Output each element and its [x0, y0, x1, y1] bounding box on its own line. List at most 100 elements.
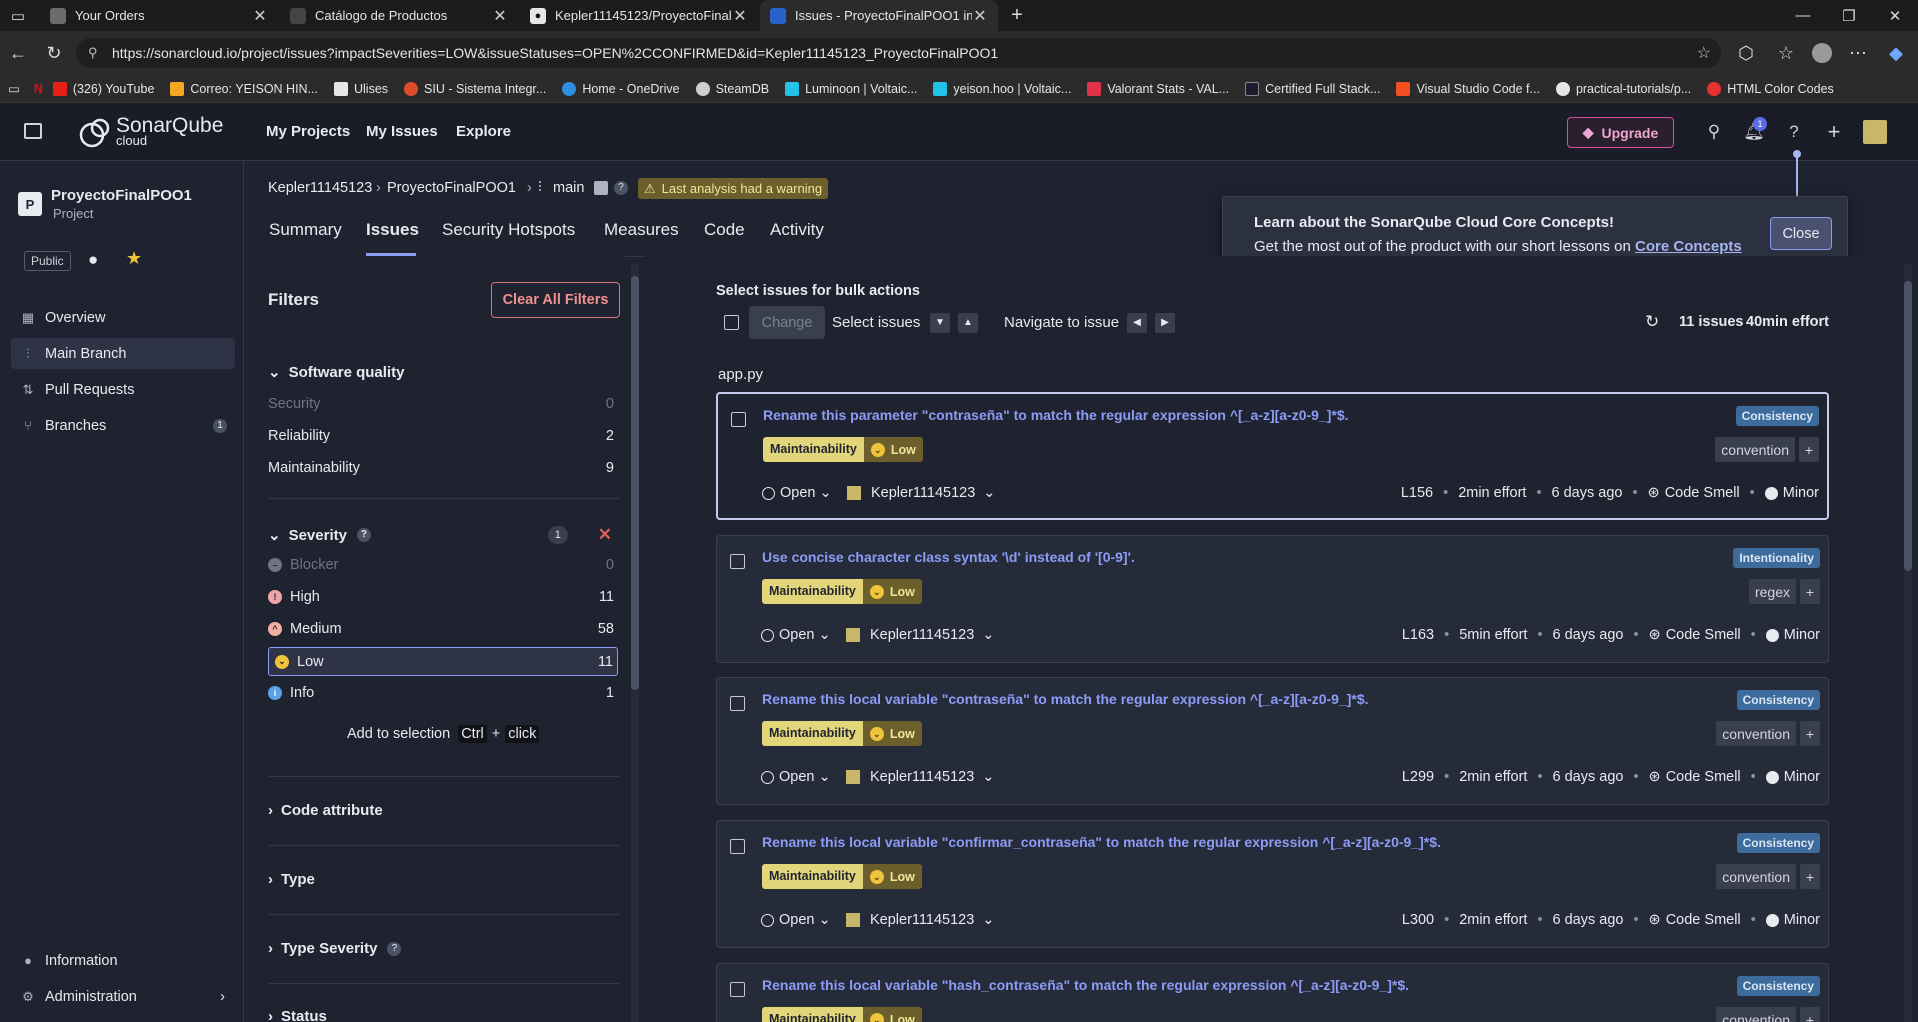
- add-tag-button[interactable]: +: [1799, 437, 1819, 462]
- add-icon[interactable]: +: [1822, 119, 1846, 144]
- url-field[interactable]: ⚲ https://sonarcloud.io/project/issues?i…: [76, 38, 1721, 68]
- issue-checkbox[interactable]: [730, 982, 745, 997]
- bookmark[interactable]: Luminoon | Voltaic...: [785, 81, 917, 96]
- bookmark[interactable]: yeison.hoo | Voltaic...: [933, 81, 1071, 96]
- close-tab-icon[interactable]: ✕: [252, 6, 268, 26]
- sidebar-item-branches[interactable]: ⑂ Branches 1: [11, 410, 235, 441]
- close-popup-button[interactable]: Close: [1770, 217, 1832, 250]
- breadcrumb-branch[interactable]: main: [553, 180, 584, 196]
- new-tab-button[interactable]: +: [1000, 0, 1034, 31]
- bookmark[interactable]: Visual Studio Code f...: [1396, 81, 1540, 96]
- nav-my-issues[interactable]: My Issues: [366, 123, 438, 140]
- nav-my-projects[interactable]: My Projects: [266, 123, 350, 140]
- github-icon[interactable]: ●: [88, 250, 98, 270]
- clear-all-filters-button[interactable]: Clear All Filters: [491, 282, 620, 318]
- select-up-icon[interactable]: ▲: [958, 313, 978, 333]
- next-issue-icon[interactable]: ▶: [1155, 313, 1175, 333]
- project-name[interactable]: ProyectoFinalPOO1: [51, 187, 192, 204]
- filter-row-security[interactable]: Security 0: [268, 390, 618, 418]
- site-info-icon[interactable]: ⚲: [88, 45, 98, 61]
- bookmark[interactable]: SteamDB: [695, 81, 769, 96]
- browser-tab[interactable]: Catálogo de Productos ✕: [280, 0, 518, 31]
- close-tab-icon[interactable]: ✕: [492, 6, 508, 26]
- quality-severity-pill[interactable]: Maintainability ⌄ Low: [762, 1007, 922, 1022]
- close-tab-icon[interactable]: ✕: [732, 6, 748, 26]
- analysis-warning-badge[interactable]: ⚠ Last analysis had a warning: [638, 178, 829, 199]
- filter-row-reliability[interactable]: Reliability 2: [268, 422, 618, 450]
- sidebar-item-overview[interactable]: ▦ Overview: [11, 302, 235, 333]
- branch-menu-icon[interactable]: [594, 181, 608, 195]
- minimize-icon[interactable]: —: [1780, 0, 1826, 31]
- extensions-icon[interactable]: ⬡: [1732, 39, 1760, 67]
- profile-icon[interactable]: [1808, 39, 1836, 67]
- issue-title-link[interactable]: Rename this local variable "contraseña" …: [762, 691, 1369, 707]
- line-number[interactable]: L300: [1402, 912, 1434, 928]
- browser-tab[interactable]: ● Kepler11145123/ProyectoFinalPOO1 ✕: [520, 0, 758, 31]
- scrollbar-thumb[interactable]: [631, 276, 639, 690]
- sidebar-toggle-icon[interactable]: [24, 123, 42, 139]
- bookmark[interactable]: Ulises: [334, 81, 388, 96]
- clear-severity-icon[interactable]: ✕: [598, 525, 612, 545]
- filter-row-low-selected[interactable]: ⌄ Low 11: [268, 647, 618, 676]
- line-number[interactable]: L299: [1402, 769, 1434, 785]
- status-section[interactable]: › Status: [268, 1008, 327, 1022]
- favorite-star-icon[interactable]: ★: [126, 248, 142, 269]
- breadcrumb-org[interactable]: Kepler11145123: [268, 180, 372, 196]
- sidebar-item-main-branch[interactable]: ⫶ Main Branch: [11, 338, 235, 369]
- tab-summary[interactable]: Summary: [269, 220, 342, 240]
- browser-tab-active[interactable]: Issues - ProyectoFinalPOO1 in Kepler1114…: [760, 0, 998, 31]
- code-attribute-section[interactable]: › Code attribute: [268, 802, 383, 819]
- help-icon[interactable]: ?: [1782, 120, 1806, 144]
- issue-card[interactable]: Rename this parameter "contraseña" to ma…: [716, 392, 1829, 520]
- avatar[interactable]: [1863, 120, 1887, 144]
- tab-measures[interactable]: Measures: [604, 220, 679, 240]
- assignee-dropdown[interactable]: Kepler11145123 ⌄: [846, 912, 994, 928]
- status-dropdown[interactable]: Open ⌄: [761, 769, 831, 785]
- bookmark[interactable]: Certified Full Stack...: [1245, 81, 1380, 96]
- bookmark[interactable]: Correo: YEISON HIN...: [170, 81, 318, 96]
- issue-card[interactable]: Rename this local variable "contraseña" …: [716, 677, 1829, 805]
- help-icon[interactable]: ?: [387, 941, 402, 956]
- assignee-dropdown[interactable]: Kepler11145123 ⌄: [846, 627, 994, 643]
- type-severity-section[interactable]: › Type Severity?: [268, 940, 402, 957]
- favorites-icon[interactable]: ☆: [1772, 39, 1800, 67]
- tab-security-hotspots[interactable]: Security Hotspots: [442, 220, 575, 240]
- issue-title-link[interactable]: Rename this local variable "confirmar_co…: [762, 834, 1441, 850]
- add-tag-button[interactable]: +: [1800, 579, 1820, 604]
- line-number[interactable]: L156: [1401, 485, 1433, 501]
- quality-severity-pill[interactable]: Maintainability ⌄ Low: [763, 437, 923, 462]
- close-window-icon[interactable]: ✕: [1872, 0, 1918, 31]
- upgrade-button[interactable]: ◆ Upgrade: [1567, 117, 1674, 148]
- browser-menu-icon[interactable]: ⋯: [1844, 39, 1872, 67]
- bookmark[interactable]: practical-tutorials/p...: [1555, 81, 1691, 96]
- issue-title-link[interactable]: Use concise character class syntax '\d' …: [762, 549, 1135, 565]
- status-dropdown[interactable]: Open ⌄: [762, 485, 832, 501]
- bookmarks-menu-icon[interactable]: ▭: [8, 81, 20, 96]
- prev-issue-icon[interactable]: ◀: [1127, 313, 1147, 333]
- change-button[interactable]: Change: [749, 306, 825, 339]
- filter-row-blocker[interactable]: – Blocker 0: [268, 551, 618, 579]
- issue-card[interactable]: Rename this local variable "hash_contras…: [716, 963, 1829, 1022]
- reload-icon[interactable]: ↻: [40, 39, 68, 67]
- sonarqube-logo[interactable]: SonarQube cloud: [78, 115, 223, 149]
- filters-scrollbar[interactable]: [631, 264, 639, 1022]
- browser-tab[interactable]: Your Orders ✕: [40, 0, 278, 31]
- issue-title-link[interactable]: Rename this local variable "hash_contras…: [762, 977, 1409, 993]
- select-all-checkbox[interactable]: [724, 315, 739, 330]
- back-icon[interactable]: ←: [4, 39, 32, 67]
- breadcrumb-project[interactable]: ProyectoFinalPOO1: [387, 180, 516, 196]
- tab-actions-icon[interactable]: ▭: [0, 0, 36, 31]
- add-tag-button[interactable]: +: [1800, 864, 1820, 889]
- tab-code[interactable]: Code: [704, 220, 745, 240]
- status-dropdown[interactable]: Open ⌄: [761, 627, 831, 643]
- add-tag-button[interactable]: +: [1800, 1007, 1820, 1022]
- quality-severity-pill[interactable]: Maintainability ⌄ Low: [762, 864, 922, 889]
- bookmark[interactable]: (326) YouTube: [52, 81, 154, 96]
- refresh-icon[interactable]: ↻: [1645, 312, 1659, 332]
- filter-row-high[interactable]: ! High 11: [268, 583, 618, 611]
- bookmark[interactable]: Valorant Stats - VAL...: [1087, 81, 1229, 96]
- filter-row-maintainability[interactable]: Maintainability 9: [268, 454, 618, 482]
- issue-checkbox[interactable]: [730, 554, 745, 569]
- favorite-star-icon[interactable]: ☆: [1697, 43, 1711, 63]
- tab-activity[interactable]: Activity: [770, 220, 824, 240]
